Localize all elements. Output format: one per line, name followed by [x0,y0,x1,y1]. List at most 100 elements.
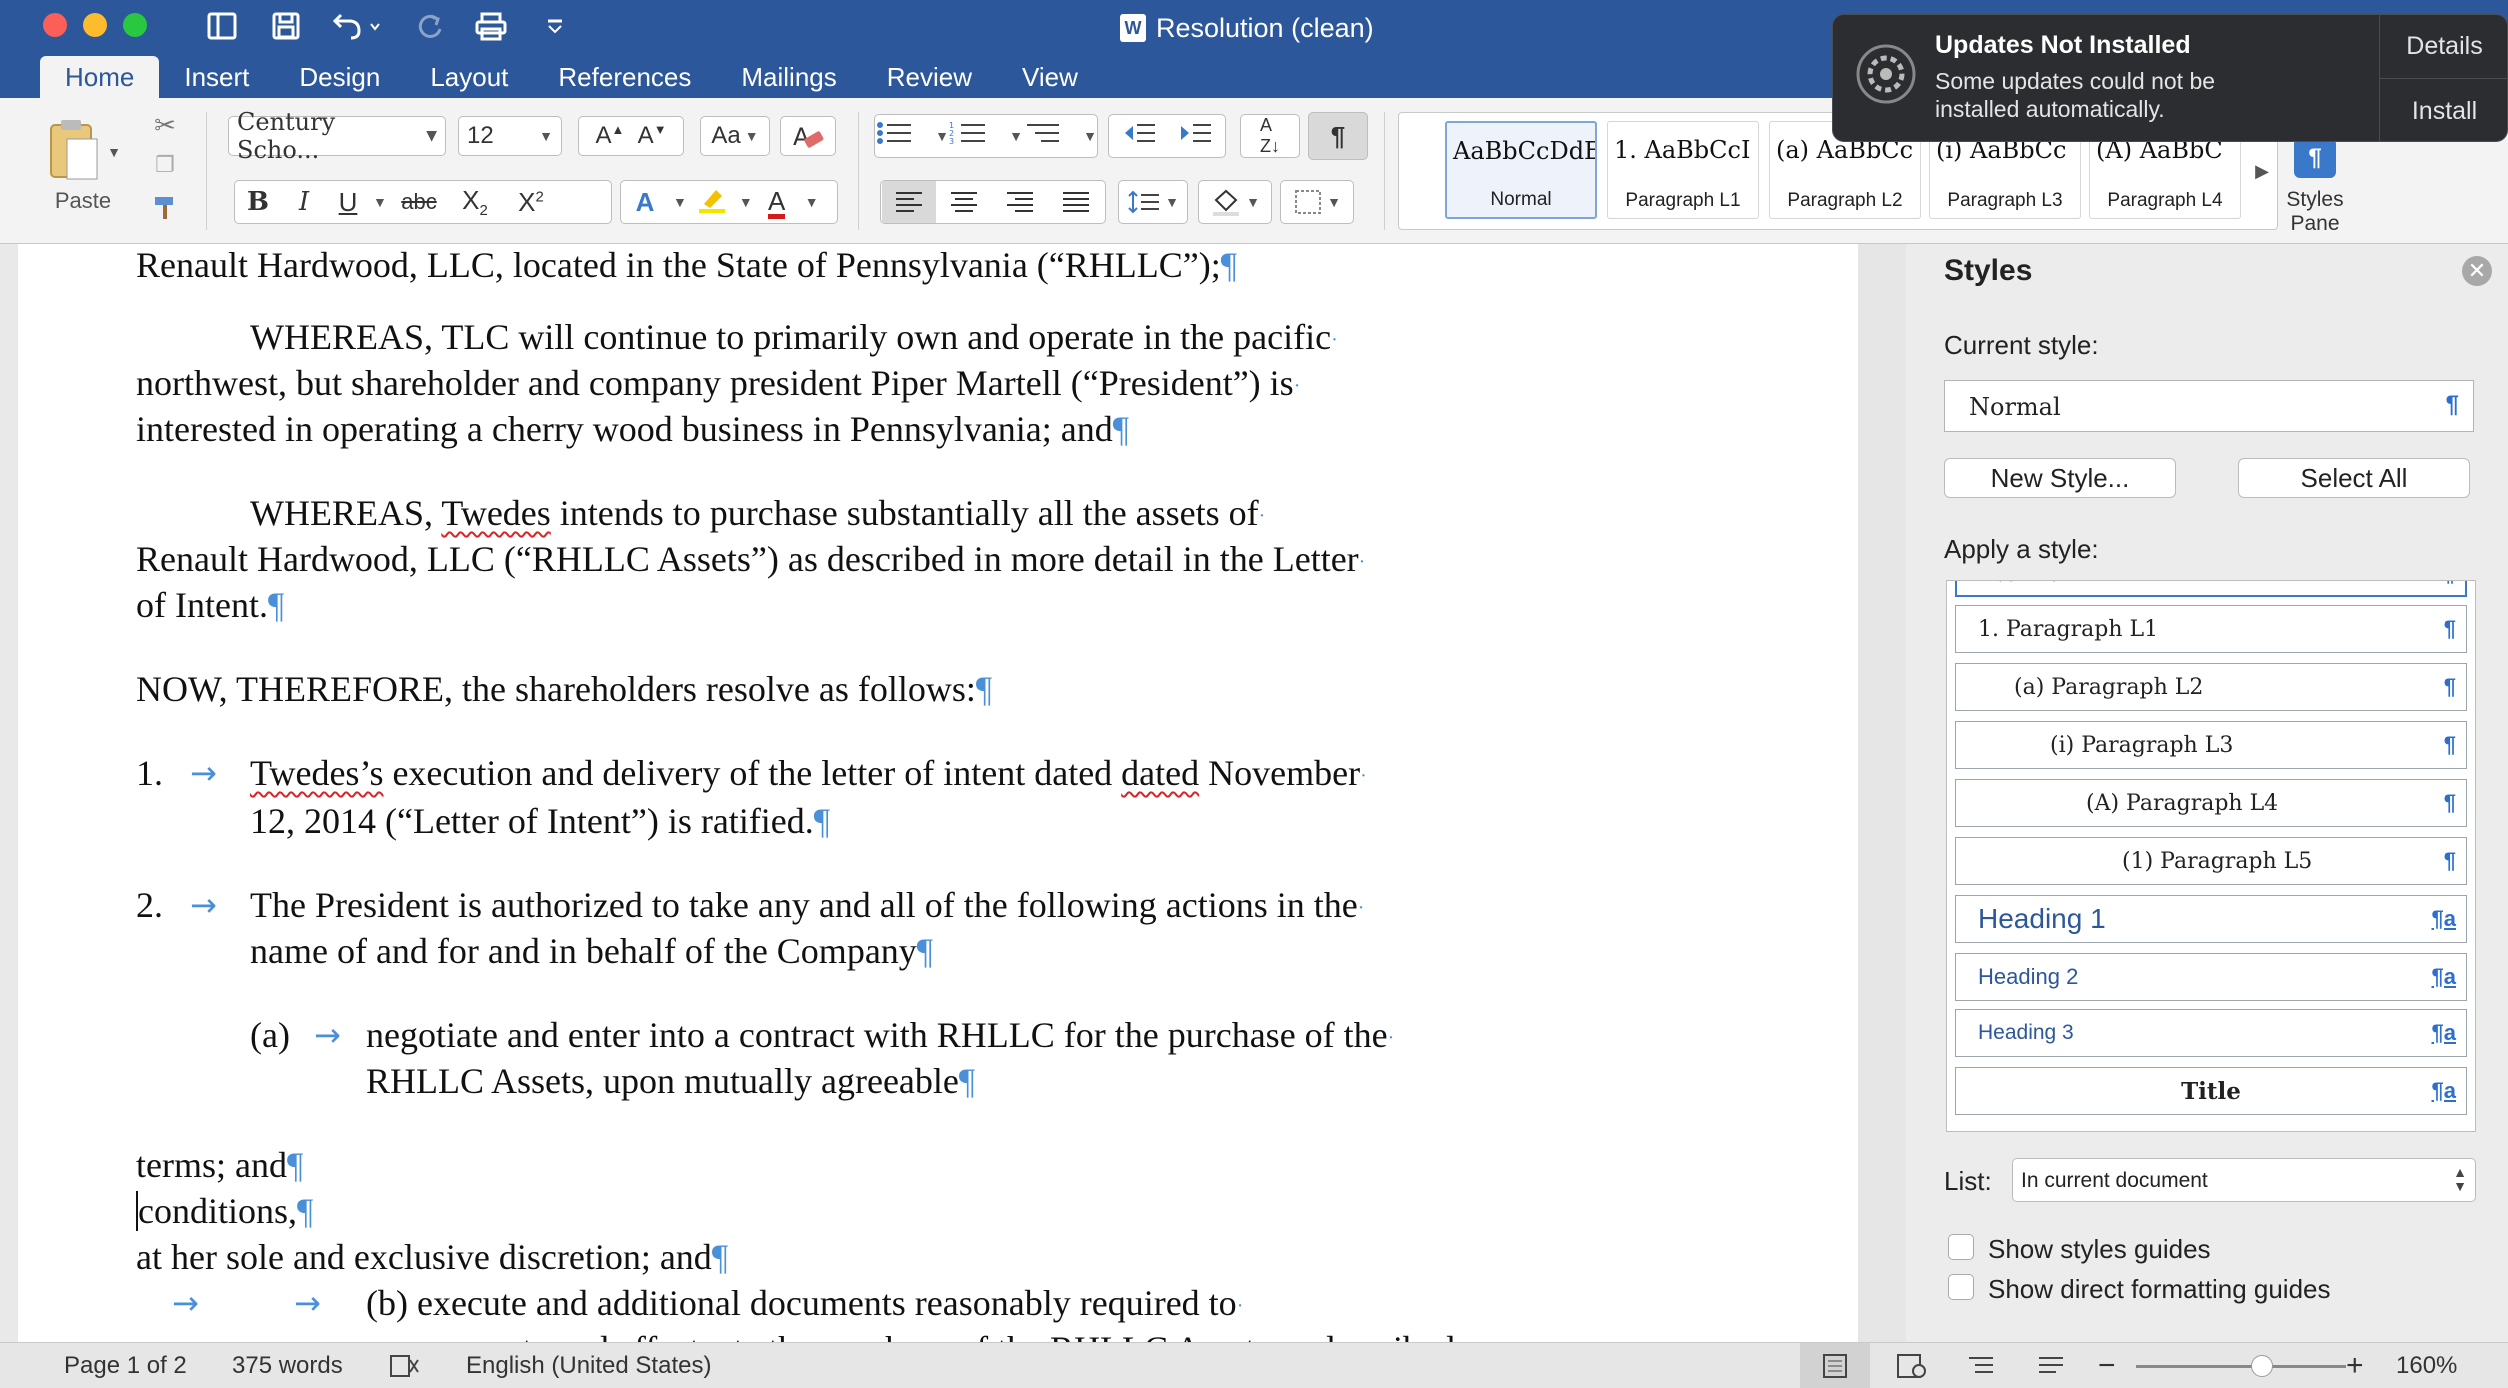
underline-button[interactable]: U [327,187,369,218]
font-color-icon[interactable]: A [753,186,801,219]
notification-details-button[interactable]: Details [2379,15,2507,79]
tab-references[interactable]: References [533,56,716,98]
gallery-style-normal[interactable]: AaBbCcDdE Normal [1445,121,1597,219]
style-item-heading-1[interactable]: Heading 1 ¶a [1955,895,2467,943]
style-item-paragraph-l3[interactable]: (i) Paragraph L3 ¶ [1955,721,2467,769]
redo-icon[interactable] [410,8,450,44]
customize-toolbar-icon[interactable] [540,8,570,44]
word-count[interactable]: 375 words [232,1343,343,1388]
show-styles-guides-checkbox[interactable] [1948,1234,1974,1260]
style-item-paragraph-l5[interactable]: (1) Paragraph L5 ¶ [1955,837,2467,885]
show-direct-formatting-checkbox[interactable] [1948,1274,1974,1300]
underline-dropdown[interactable]: ▼ [373,194,391,210]
highlight-icon[interactable] [687,184,735,221]
highlight-dropdown[interactable]: ▼ [739,194,753,210]
style-item-title[interactable]: Title ¶a [1955,1067,2467,1115]
zoom-slider-track[interactable] [2136,1365,2346,1368]
close-pane-icon[interactable]: ✕ [2462,256,2492,286]
bullets-dropdown[interactable]: ▼ [935,128,949,144]
justify-icon[interactable] [1048,190,1104,214]
current-style-field[interactable]: Normal ¶ [1944,380,2474,432]
borders-icon[interactable]: ▼ [1280,180,1354,224]
tab-view[interactable]: View [997,56,1103,98]
print-layout-view-icon[interactable] [1800,1343,1870,1388]
strikethrough-button[interactable]: abc [391,189,447,215]
grammar-error[interactable]: dated [1121,753,1199,793]
page-count[interactable]: Page 1 of 2 [64,1343,187,1388]
notification-install-button[interactable]: Install [2379,79,2507,141]
system-preferences-gear-icon [1856,44,1916,104]
draft-view-icon[interactable] [2026,1343,2076,1388]
zoom-slider-handle[interactable] [2251,1355,2273,1377]
tab-home[interactable]: Home [40,56,160,98]
tab-review[interactable]: Review [862,56,997,98]
select-all-button[interactable]: Select All [2238,458,2470,498]
align-center-icon[interactable] [936,190,992,214]
bold-button[interactable]: B [235,187,281,217]
minimize-window-button[interactable] [83,13,107,37]
style-item-heading-3[interactable]: Heading 3 ¶a [1955,1009,2467,1057]
style-item-heading-2[interactable]: Heading 2 ¶a [1955,953,2467,1001]
align-left-icon[interactable] [882,181,936,223]
spelling-error[interactable]: Twedes [441,493,550,533]
align-right-icon[interactable] [992,190,1048,214]
cut-icon[interactable]: ✂ [148,108,182,142]
maximize-window-button[interactable] [123,13,147,37]
proofing-icon[interactable] [388,1343,422,1388]
numbering-dropdown[interactable]: ▼ [1009,128,1023,144]
superscript-button[interactable]: X2 [503,187,559,218]
close-window-button[interactable] [43,13,67,37]
gallery-style-paragraph-l1[interactable]: 1. AaBbCcI Paragraph L1 [1607,121,1759,219]
tab-mailings[interactable]: Mailings [716,56,861,98]
web-layout-view-icon[interactable] [1886,1343,1936,1388]
line-spacing-icon[interactable]: ▼ [1118,180,1188,224]
print-icon[interactable] [470,8,512,44]
increase-indent-icon[interactable] [1167,120,1223,153]
font-name-select[interactable]: Century Scho... ▼ [228,108,446,164]
language-indicator[interactable]: English (United States) [466,1343,711,1388]
spelling-error[interactable]: Twedes’s [250,753,383,793]
font-color-dropdown[interactable]: ▼ [805,194,819,210]
zoom-out-button[interactable]: − [2098,1343,2116,1388]
document-page[interactable]: Renault Hardwood, LLC, located in the St… [18,244,1858,1342]
italic-button[interactable]: I [281,187,327,217]
shading-icon[interactable]: ▼ [1198,180,1272,224]
tab-design[interactable]: Design [274,56,405,98]
paste-button[interactable]: ▼ [40,112,126,192]
tab-layout[interactable]: Layout [405,56,533,98]
zoom-level[interactable]: 160% [2396,1343,2457,1388]
sidebar-toggle-icon[interactable] [202,8,242,44]
text-effects-icon[interactable]: A [621,187,669,218]
multilevel-list-icon[interactable] [1023,120,1079,153]
gallery-next-arrow-icon[interactable]: ▶ [2251,153,2273,189]
text-effects-dropdown[interactable]: ▼ [673,194,687,210]
styles-pane-icon[interactable]: ¶ [2294,138,2336,178]
format-painter-icon[interactable] [148,190,182,224]
save-icon[interactable] [266,8,306,44]
style-item-paragraph-l2[interactable]: (a) Paragraph L2 ¶ [1955,663,2467,711]
vertical-scrollbar[interactable] [1858,244,1906,1342]
sort-icon[interactable]: A Z↓ [1240,114,1300,158]
outline-view-icon[interactable] [1956,1343,2006,1388]
shrink-font-icon[interactable]: A▼ [638,122,667,150]
style-item-paragraph-l4[interactable]: (A) Paragraph L4 ¶ [1955,779,2467,827]
font-size-select[interactable]: 12 ▼ [458,116,562,156]
styles-pane-label-2[interactable]: Pane [2280,210,2350,238]
new-style-button[interactable]: New Style... [1944,458,2176,498]
subscript-button[interactable]: X2 [447,185,503,219]
zoom-in-button[interactable]: + [2346,1343,2364,1388]
change-case-icon[interactable]: Aa ▼ [700,116,770,156]
decrease-indent-icon[interactable] [1111,120,1167,153]
multilevel-list-dropdown[interactable]: ▼ [1083,128,1097,144]
undo-icon[interactable] [326,8,386,44]
tab-insert[interactable]: Insert [159,56,274,98]
style-item-paragraph-l1[interactable]: 1. Paragraph L1 ¶ [1955,605,2467,653]
clear-formatting-icon[interactable]: A [780,116,836,156]
bullets-icon[interactable] [875,120,931,153]
grow-font-icon[interactable]: A▲ [595,122,624,150]
numbering-icon[interactable]: 123 [949,120,1005,153]
style-item-normal[interactable]: Normal¶ [1955,581,2467,597]
list-filter-select[interactable]: In current document ▲ ▼ [2012,1158,2476,1202]
show-formatting-marks-button[interactable]: ¶ [1308,112,1368,160]
copy-icon[interactable]: ❐ [148,148,182,182]
